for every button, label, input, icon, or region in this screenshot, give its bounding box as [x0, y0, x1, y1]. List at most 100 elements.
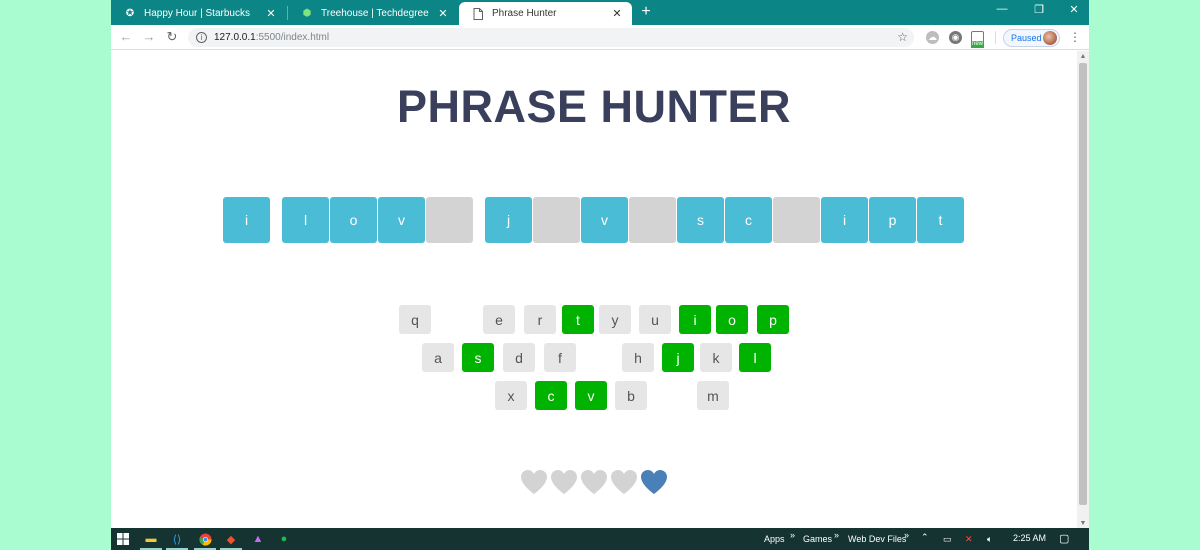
- key-y[interactable]: y: [599, 305, 631, 334]
- cloud-extension-icon[interactable]: ☁: [926, 31, 939, 44]
- tab-strip: ✪ Happy Hour | Starbucks ✕ ⬢ Treehouse |…: [111, 0, 1089, 25]
- heart-lost-icon: [580, 469, 608, 495]
- tab-phrase-hunter[interactable]: Phrase Hunter ✕: [459, 2, 632, 25]
- starbucks-icon: ✪: [125, 8, 135, 19]
- phrase-letter: i: [821, 197, 868, 243]
- key-t[interactable]: t: [562, 305, 594, 334]
- chevron-up-icon[interactable]: ⌃: [921, 532, 929, 543]
- phrase-letter: s: [677, 197, 724, 243]
- profile-status-label: Paused: [1011, 33, 1042, 43]
- url-path: :5500/index.html: [255, 32, 330, 43]
- vscode-icon[interactable]: ⟨⟩: [169, 531, 185, 547]
- phrase-letter: o: [330, 197, 377, 243]
- phrase-letter-hidden: [426, 197, 473, 243]
- heart-lost-icon: [550, 469, 578, 495]
- restore-button[interactable]: ❐: [1024, 3, 1054, 16]
- page-icon: [472, 7, 484, 20]
- phrase-letter: v: [581, 197, 628, 243]
- heart-icon: [640, 469, 668, 495]
- phrase-letter: v: [378, 197, 425, 243]
- browser-toolbar: ← → ↻ i 127.0.0.1:5500/index.html ☆ ☁ ◉ …: [111, 25, 1089, 50]
- key-s[interactable]: s: [462, 343, 494, 372]
- tab-title: Treehouse | Techdegree: [321, 8, 429, 19]
- clock[interactable]: 2:25 AM: [1013, 533, 1046, 543]
- phrase-letter: c: [725, 197, 772, 243]
- key-a[interactable]: a: [422, 343, 454, 372]
- taskbar: ▬ ⟨⟩ ◆ ▲ ● Apps » Games » Web Dev Files …: [111, 528, 1089, 550]
- close-tab-icon[interactable]: ✕: [436, 7, 450, 20]
- tab-starbucks[interactable]: ✪ Happy Hour | Starbucks ✕: [111, 2, 286, 25]
- key-h[interactable]: h: [622, 343, 654, 372]
- heart-lost-icon: [520, 469, 548, 495]
- key-d[interactable]: d: [503, 343, 535, 372]
- taskbar-toolbar-webdev[interactable]: Web Dev Files: [848, 534, 906, 544]
- key-m[interactable]: m: [697, 381, 729, 410]
- notification-icon[interactable]: ▢: [1059, 532, 1069, 545]
- page-title: PHRASE HUNTER: [396, 81, 792, 132]
- key-r[interactable]: r: [524, 305, 556, 334]
- phrase-letter: p: [869, 197, 916, 243]
- key-b[interactable]: b: [615, 381, 647, 410]
- key-o[interactable]: o: [716, 305, 748, 334]
- profile-button[interactable]: Paused: [1003, 29, 1060, 47]
- key-c[interactable]: c: [535, 381, 567, 410]
- reload-button[interactable]: ↻: [164, 29, 180, 45]
- scroll-down-icon[interactable]: ▼: [1077, 520, 1089, 527]
- close-tab-icon[interactable]: ✕: [610, 7, 624, 20]
- key-v[interactable]: v: [575, 381, 607, 410]
- browser-window: ✪ Happy Hour | Starbucks ✕ ⬢ Treehouse |…: [111, 0, 1089, 550]
- tab-treehouse[interactable]: ⬢ Treehouse | Techdegree ✕: [288, 2, 458, 25]
- treehouse-icon: ⬢: [302, 8, 312, 19]
- chrome-icon[interactable]: [197, 531, 213, 547]
- extension-icon[interactable]: ◉: [949, 31, 962, 44]
- key-p[interactable]: p: [757, 305, 789, 334]
- app-icon[interactable]: ▲: [250, 531, 266, 547]
- toolbar-divider: [995, 31, 996, 44]
- file-explorer-icon[interactable]: ▬: [143, 531, 159, 547]
- avatar: [1043, 31, 1057, 45]
- network-icon[interactable]: ✕: [965, 534, 973, 545]
- key-i[interactable]: i: [679, 305, 711, 334]
- minimize-button[interactable]: —: [987, 3, 1017, 15]
- chevron-right-icon[interactable]: »: [834, 530, 839, 540]
- scroll-up-icon[interactable]: ▲: [1077, 53, 1089, 60]
- key-q[interactable]: q: [399, 305, 431, 334]
- info-icon[interactable]: i: [196, 32, 207, 43]
- back-button[interactable]: ←: [118, 29, 134, 44]
- extension-badge: new: [971, 41, 985, 48]
- screenshot-extension-icon[interactable]: new: [971, 31, 985, 48]
- windows-start-icon[interactable]: [115, 531, 131, 547]
- phrase-letter: j: [485, 197, 532, 243]
- close-window-button[interactable]: ✕: [1059, 3, 1089, 16]
- phrase-letter: l: [282, 197, 329, 243]
- forward-button[interactable]: →: [141, 29, 157, 44]
- key-f[interactable]: f: [544, 343, 576, 372]
- vertical-scrollbar[interactable]: ▲ ▼: [1077, 51, 1089, 528]
- phrase-letter-hidden: [773, 197, 820, 243]
- key-j[interactable]: j: [662, 343, 694, 372]
- bookmark-star-icon[interactable]: ☆: [897, 30, 908, 44]
- phrase-letter-hidden: [629, 197, 676, 243]
- page-content: PHRASE HUNTER ilovjvscipt qertyuiopasdfh…: [111, 51, 1077, 528]
- key-u[interactable]: u: [639, 305, 671, 334]
- url-host: 127.0.0.1: [214, 32, 256, 43]
- new-tab-button[interactable]: +: [636, 3, 656, 21]
- spotify-icon[interactable]: ●: [276, 531, 292, 547]
- key-k[interactable]: k: [700, 343, 732, 372]
- close-tab-icon[interactable]: ✕: [264, 7, 278, 20]
- scroll-thumb[interactable]: [1079, 63, 1087, 505]
- taskbar-toolbar-apps[interactable]: Apps: [764, 534, 785, 544]
- chevron-right-icon[interactable]: »: [904, 530, 909, 540]
- volume-icon[interactable]: 🔈︎: [987, 534, 992, 545]
- chevron-right-icon[interactable]: »: [790, 530, 795, 540]
- key-x[interactable]: x: [495, 381, 527, 410]
- git-icon[interactable]: ◆: [223, 531, 239, 547]
- battery-icon[interactable]: ▭: [943, 534, 952, 545]
- address-bar[interactable]: i 127.0.0.1:5500/index.html ☆: [188, 28, 914, 47]
- key-l[interactable]: l: [739, 343, 771, 372]
- key-e[interactable]: e: [483, 305, 515, 334]
- menu-icon[interactable]: ⋮: [1069, 30, 1081, 44]
- tab-title: Phrase Hunter: [492, 8, 557, 19]
- taskbar-toolbar-games[interactable]: Games: [803, 534, 832, 544]
- tab-title: Happy Hour | Starbucks: [144, 8, 250, 19]
